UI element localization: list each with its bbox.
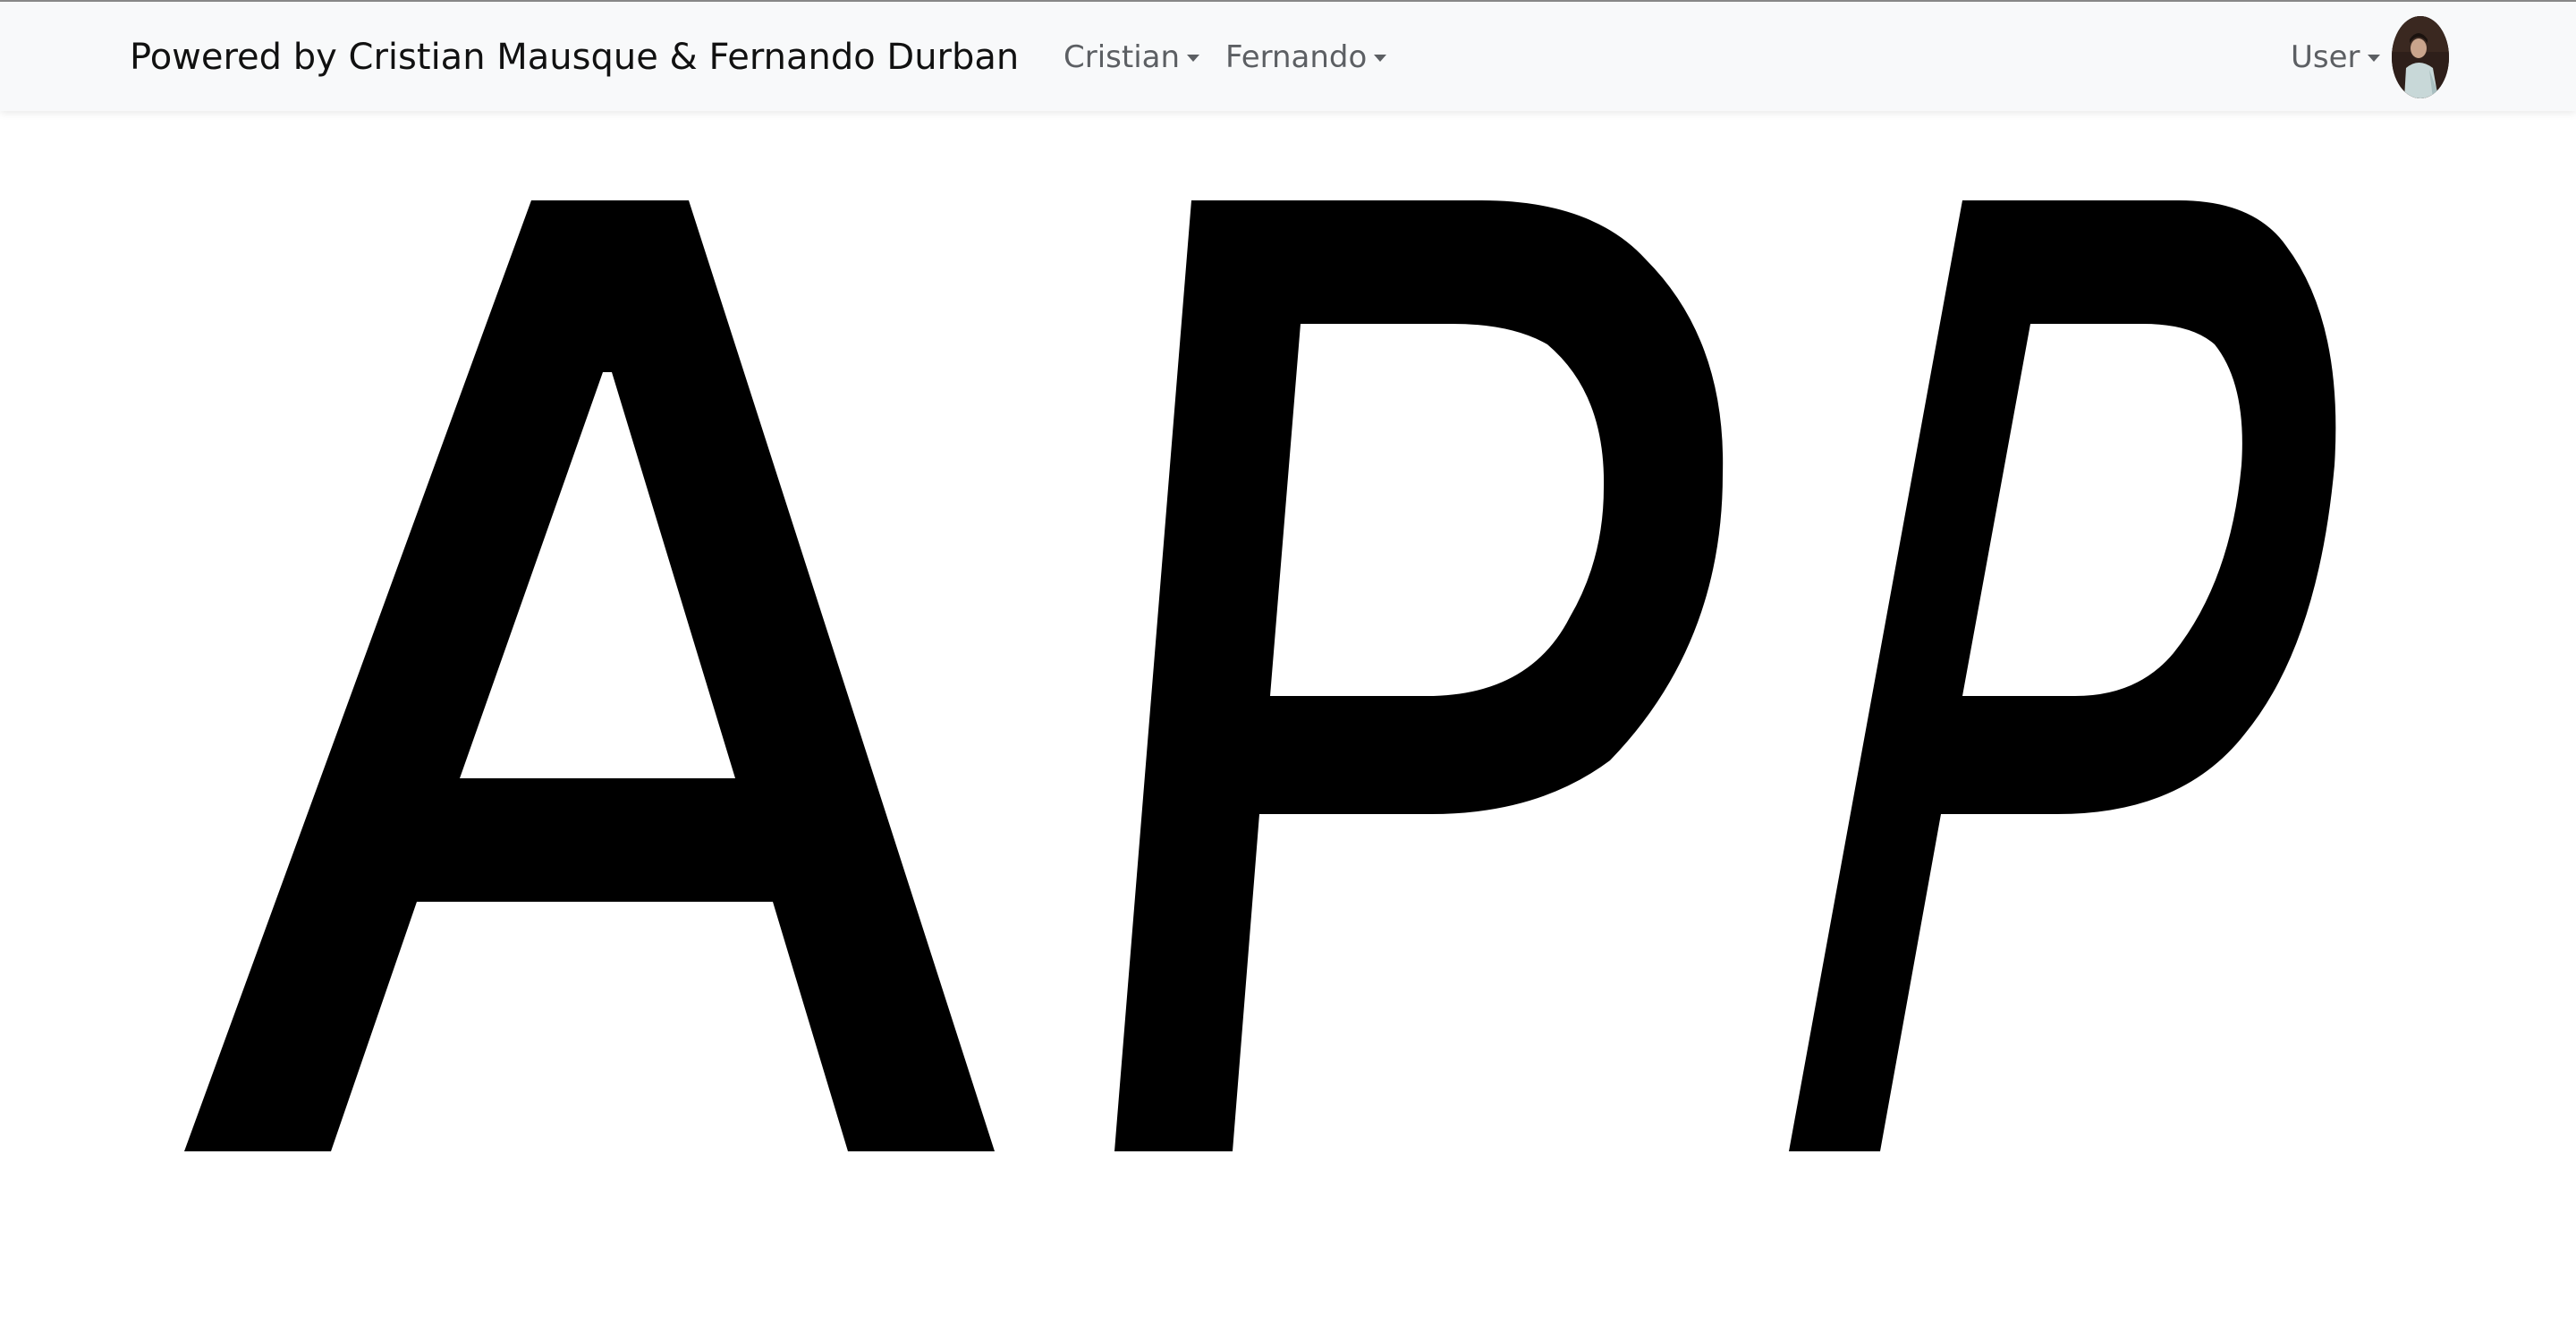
cristian-dropdown[interactable]: Cristian <box>1063 34 1200 81</box>
navbar-brand[interactable]: Powered by Cristian Mausque & Fernando D… <box>130 34 1019 81</box>
hero-app-wordmark <box>0 111 2576 1320</box>
user-dropdown-label: User <box>2291 39 2360 75</box>
wordmark-letter-p-1 <box>1114 200 1724 1151</box>
user-avatar[interactable] <box>2392 16 2449 98</box>
wordmark-letter-p-2 <box>1789 200 2336 1151</box>
cristian-dropdown-label: Cristian <box>1063 39 1181 75</box>
wordmark-letter-a <box>184 200 995 1151</box>
caret-down-icon <box>1374 55 1387 62</box>
user-avatar-photo-icon <box>2392 16 2449 98</box>
fernando-dropdown[interactable]: Fernando <box>1225 34 1387 81</box>
top-navbar: Powered by Cristian Mausque & Fernando D… <box>0 2 2576 111</box>
user-dropdown[interactable]: User <box>2291 34 2380 81</box>
caret-down-icon <box>1187 55 1200 62</box>
caret-down-icon <box>2367 55 2380 62</box>
fernando-dropdown-label: Fernando <box>1225 39 1368 75</box>
